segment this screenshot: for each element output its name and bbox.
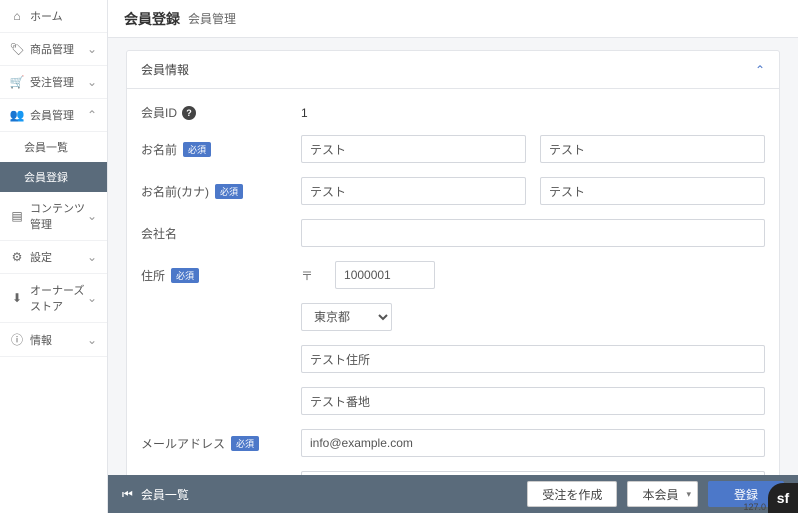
download-icon: ⬇ (10, 291, 24, 305)
back-link[interactable]: ⏮ 会員一覧 (122, 486, 189, 503)
addr1-input[interactable] (301, 345, 765, 373)
chevron-down-icon: ⌄ (87, 75, 97, 89)
page-title: 会員登録 (124, 9, 180, 29)
cart-icon: 🛒 (10, 75, 24, 89)
zip-prefix: 〒 (301, 267, 313, 284)
nav-products[interactable]: 🏷商品管理⌄ (0, 33, 107, 66)
prefecture-select[interactable]: 東京都 (301, 303, 392, 331)
action-footer: ⏮ 会員一覧 受注を作成 本会員▾ 登録 (108, 475, 798, 513)
gear-icon: ⚙ (10, 250, 24, 264)
sidebar: ⌂ホーム 🏷商品管理⌄ 🛒受注管理⌄ 👥会員管理⌃ 会員一覧 会員登録 ▤コンテ… (0, 0, 108, 513)
nav-home[interactable]: ⌂ホーム (0, 0, 107, 33)
nav-info[interactable]: ⓘ情報⌄ (0, 323, 107, 357)
symfony-badge-icon[interactable]: sf (768, 483, 798, 513)
home-icon: ⌂ (10, 9, 24, 23)
member-status-select[interactable]: 本会員▾ (627, 481, 698, 507)
nav-owners-store[interactable]: ⬇オーナーズストア⌄ (0, 274, 107, 323)
address-label: 住所必須 (141, 267, 301, 284)
zip-input[interactable] (335, 261, 435, 289)
email-label: メールアドレス必須 (141, 435, 301, 452)
nav-contents[interactable]: ▤コンテンツ管理⌄ (0, 192, 107, 241)
card-title: 会員情報 (141, 61, 189, 78)
addr2-input[interactable] (301, 387, 765, 415)
subnav-member-list[interactable]: 会員一覧 (0, 132, 107, 162)
content-area: 会員情報 ⌃ 会員ID? 1 document.querySelector('[… (108, 38, 798, 475)
chevron-down-icon: ⌄ (87, 250, 97, 264)
name-label: お名前必須 (141, 141, 301, 158)
kana-mei-input[interactable] (540, 177, 765, 205)
rewind-icon: ⏮ (122, 487, 133, 502)
chevron-down-icon: ⌄ (87, 333, 97, 347)
file-icon: ▤ (10, 209, 24, 223)
company-label: 会社名 (141, 225, 301, 242)
name-sei-input[interactable] (301, 135, 526, 163)
kana-sei-input[interactable] (301, 177, 526, 205)
subnav-member-register[interactable]: 会員登録 (0, 162, 107, 192)
help-icon[interactable]: ? (182, 106, 196, 120)
page-header: 会員登録 会員管理 (108, 0, 798, 38)
company-input[interactable] (301, 219, 765, 247)
users-icon: 👥 (10, 108, 24, 122)
chevron-up-icon: ⌃ (87, 108, 97, 122)
member-id-value: 1 (301, 106, 308, 120)
chevron-down-icon: ⌄ (87, 209, 97, 223)
ip-label: 127.0 (743, 502, 766, 512)
create-order-button[interactable]: 受注を作成 (527, 481, 617, 507)
member-id-label: 会員ID? (141, 104, 301, 121)
card-body: 会員ID? 1 document.querySelector('[data-na… (127, 89, 779, 475)
page-subtitle: 会員管理 (188, 10, 236, 27)
name-kana-label: お名前(カナ)必須 (141, 183, 301, 200)
chevron-down-icon: ⌄ (87, 291, 97, 305)
chevron-down-icon: ⌄ (87, 42, 97, 56)
chevron-down-icon: ▾ (686, 489, 691, 500)
tag-icon: 🏷 (10, 42, 24, 56)
email-input[interactable] (301, 429, 765, 457)
nav-settings[interactable]: ⚙設定⌄ (0, 241, 107, 274)
nav-orders[interactable]: 🛒受注管理⌄ (0, 66, 107, 99)
card-header: 会員情報 ⌃ (127, 51, 779, 89)
member-info-card: 会員情報 ⌃ 会員ID? 1 document.querySelector('[… (126, 50, 780, 475)
info-icon: ⓘ (10, 331, 24, 348)
name-mei-input[interactable] (540, 135, 765, 163)
nav-members[interactable]: 👥会員管理⌃ (0, 99, 107, 132)
collapse-toggle[interactable]: ⌃ (755, 63, 765, 77)
